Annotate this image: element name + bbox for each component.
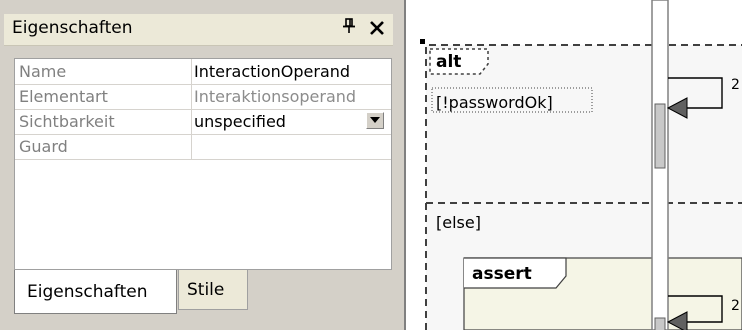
property-label: Sichtbarkeit (15, 109, 192, 134)
close-icon[interactable] (366, 17, 388, 41)
alt-operator-label: alt (436, 52, 462, 72)
property-label: Elementart (15, 84, 192, 109)
property-label: Guard (15, 134, 192, 159)
tab-styles[interactable]: Stile (178, 270, 248, 310)
name-field[interactable]: InteractionOperand (194, 59, 390, 84)
panel-tab-strip: Eigenschaften Stile (14, 270, 392, 330)
message-number: 2 (731, 298, 740, 314)
guard-field[interactable] (194, 134, 390, 159)
selection-handle[interactable] (420, 39, 425, 44)
message-number: 2 (731, 77, 740, 93)
property-label: Name (15, 59, 192, 84)
activation-bar[interactable] (654, 317, 666, 330)
sequence-diagram-canvas[interactable]: alt [!passwordOk] [else] assert 2 2 (404, 0, 742, 330)
else-guard-label[interactable]: [else] (436, 213, 481, 232)
property-row-element-type: Elementart Interaktionsoperand (15, 84, 391, 110)
panel-title: Eigenschaften (12, 18, 133, 38)
property-row-guard: Guard (15, 134, 391, 160)
activation-bar[interactable] (654, 103, 666, 169)
pin-icon[interactable] (340, 18, 358, 40)
guard-label[interactable]: [!passwordOk] (436, 93, 553, 112)
properties-panel: Eigenschaften Name InteractionOperand El… (0, 0, 400, 330)
assert-operator-label: assert (472, 264, 532, 284)
visibility-select[interactable]: unspecified (194, 109, 390, 134)
property-row-visibility: Sichtbarkeit unspecified (15, 109, 391, 135)
visibility-selected-value: unspecified (194, 112, 286, 131)
tab-properties[interactable]: Eigenschaften (14, 270, 177, 314)
property-grid: Name InteractionOperand Elementart Inter… (14, 58, 392, 270)
element-type-value: Interaktionsoperand (194, 87, 357, 106)
diagram-drawing (420, 0, 742, 330)
dropdown-arrow-icon[interactable] (366, 112, 384, 129)
panel-header: Eigenschaften (4, 14, 393, 46)
property-row-name: Name InteractionOperand (15, 59, 391, 85)
